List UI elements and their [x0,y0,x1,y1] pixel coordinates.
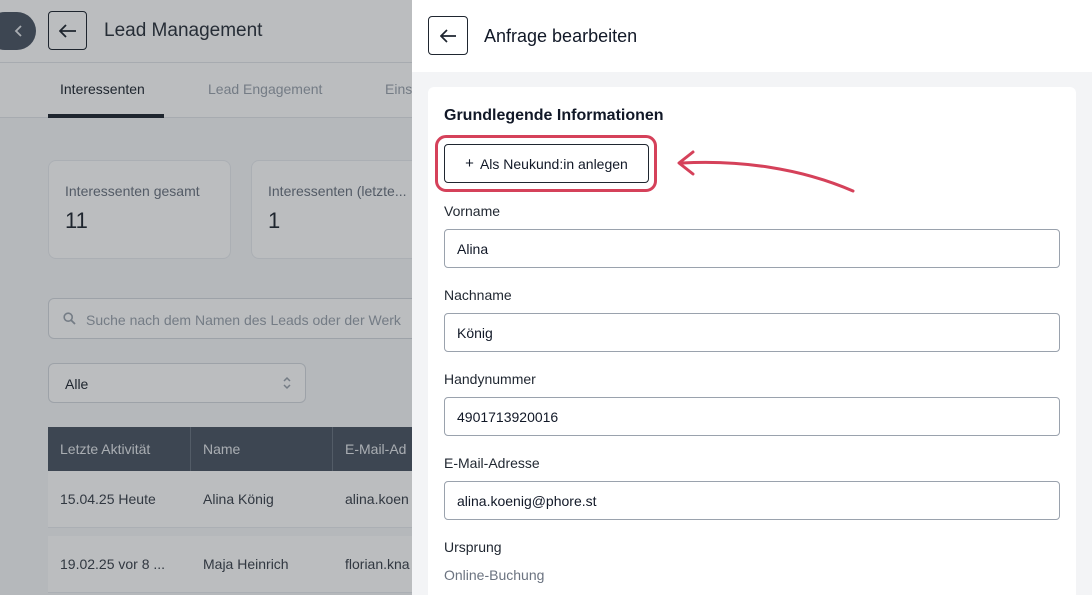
drawer-title: Anfrage bearbeiten [484,26,638,46]
drawer-back-button[interactable] [428,16,468,55]
edit-request-drawer: Anfrage bearbeiten Grundlegende Informat… [412,0,1092,595]
arrow-left-icon [439,28,456,43]
phone-label: Handynummer [444,371,536,387]
create-new-customer-label: Als Neukund:in anlegen [479,155,628,172]
last-name-field[interactable] [444,313,1060,352]
origin-value: Online-Buchung [444,567,545,583]
section-title: Grundlegende Informationen [444,107,664,124]
last-name-label: Nachname [444,287,512,303]
modal-backdrop[interactable] [0,0,412,595]
drawer-header: Anfrage bearbeiten [412,0,1092,72]
basic-info-card: Grundlegende Informationen + Als Neukund… [428,87,1076,595]
plus-icon: + [465,155,474,172]
origin-label: Ursprung [444,539,502,555]
first-name-label: Vorname [444,203,501,219]
phone-field[interactable] [444,397,1060,436]
first-name-field[interactable] [444,229,1060,268]
create-new-customer-button[interactable]: + Als Neukund:in anlegen [444,144,649,183]
email-label: E-Mail-Adresse [444,455,540,471]
email-field[interactable] [444,481,1060,520]
